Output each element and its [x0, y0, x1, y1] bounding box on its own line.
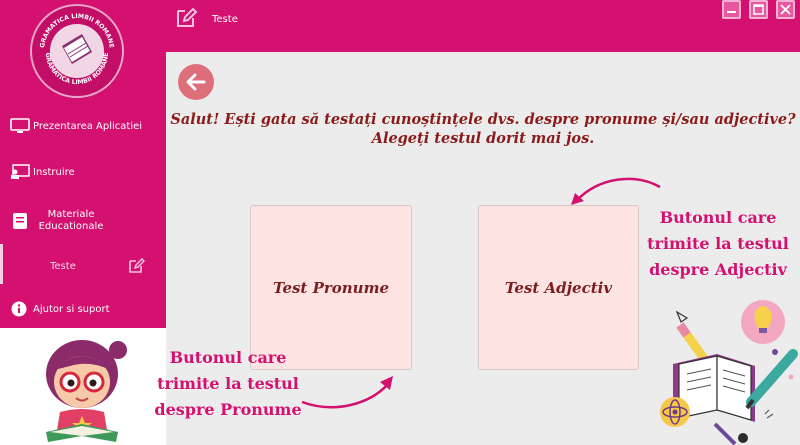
annotation-line: trimite la testul — [157, 374, 299, 393]
close-icon — [780, 4, 791, 15]
logo-emblem: GRAMATICA LIMBII ROMANE GRAMATICA LIMBII… — [39, 13, 115, 86]
maximize-button[interactable] — [749, 0, 768, 19]
annotation-line: trimite la testul — [647, 234, 789, 253]
close-button[interactable] — [776, 0, 795, 19]
top-bar: Teste — [166, 0, 800, 52]
curved-arrow-icon — [301, 376, 393, 409]
book-icon — [13, 213, 27, 229]
sidebar-item-instruire[interactable]: Instruire — [0, 155, 166, 189]
arrow-left-icon — [186, 73, 206, 91]
intro-heading: Salut! Ești gata să testați cunoștințele… — [166, 110, 800, 148]
annotation-line: despre Pronume — [154, 400, 302, 419]
monitor-icon — [10, 118, 30, 133]
page-title: Teste — [212, 14, 238, 25]
education-illustration — [660, 300, 798, 445]
annotation-pronume: Butonul care trimite la testul despre Pr… — [143, 345, 313, 423]
app-logo: GRAMATICA LIMBII ROMANE GRAMATICA LIMBII… — [30, 4, 124, 98]
edit-icon — [177, 7, 198, 27]
maximize-icon — [753, 4, 764, 15]
intro-line-2: Alegeți testul dorit mai jos. — [371, 130, 595, 147]
sidebar-item-label: Prezentarea Aplicatiei — [33, 120, 143, 132]
annotation-line: despre Adjectiv — [649, 260, 787, 279]
label-line-2: Educationale — [38, 221, 104, 232]
sidebar-item-ajutor[interactable]: Ajutor si suport — [0, 292, 166, 326]
curved-arrow-icon — [571, 177, 661, 205]
info-icon — [11, 301, 27, 317]
sidebar-item-prezentare[interactable]: Prezentarea Aplicatiei — [0, 109, 166, 143]
edit-icon — [129, 257, 145, 273]
test-pronume-label: Test Pronume — [273, 278, 389, 297]
sidebar-item-teste[interactable]: Teste — [0, 249, 166, 283]
sidebar-item-label: Teste — [50, 260, 76, 272]
back-button[interactable] — [178, 64, 214, 100]
test-adjectiv-button[interactable]: Test Adjectiv — [478, 205, 639, 370]
sidebar-item-label: Instruire — [33, 166, 75, 178]
sidebar-item-materiale[interactable]: Materiale Educationale — [0, 202, 166, 240]
intro-line-1: Salut! Ești gata să testați cunoștințele… — [170, 111, 796, 128]
annotation-adjectiv: Butonul care trimite la testul despre Ad… — [636, 205, 800, 283]
sidebar-item-label: Ajutor si suport — [33, 303, 110, 315]
minimize-button[interactable] — [722, 0, 741, 19]
sidebar: GRAMATICA LIMBII ROMANE GRAMATICA LIMBII… — [0, 0, 166, 328]
sidebar-item-label: Materiale Educationale — [33, 209, 109, 233]
girl-reading-illustration — [46, 340, 127, 442]
label-line-1: Materiale — [47, 209, 95, 220]
test-adjectiv-label: Test Adjectiv — [504, 278, 613, 297]
minimize-icon — [727, 11, 736, 13]
annotation-line: Butonul care — [169, 348, 287, 367]
teacher-icon — [11, 164, 30, 179]
